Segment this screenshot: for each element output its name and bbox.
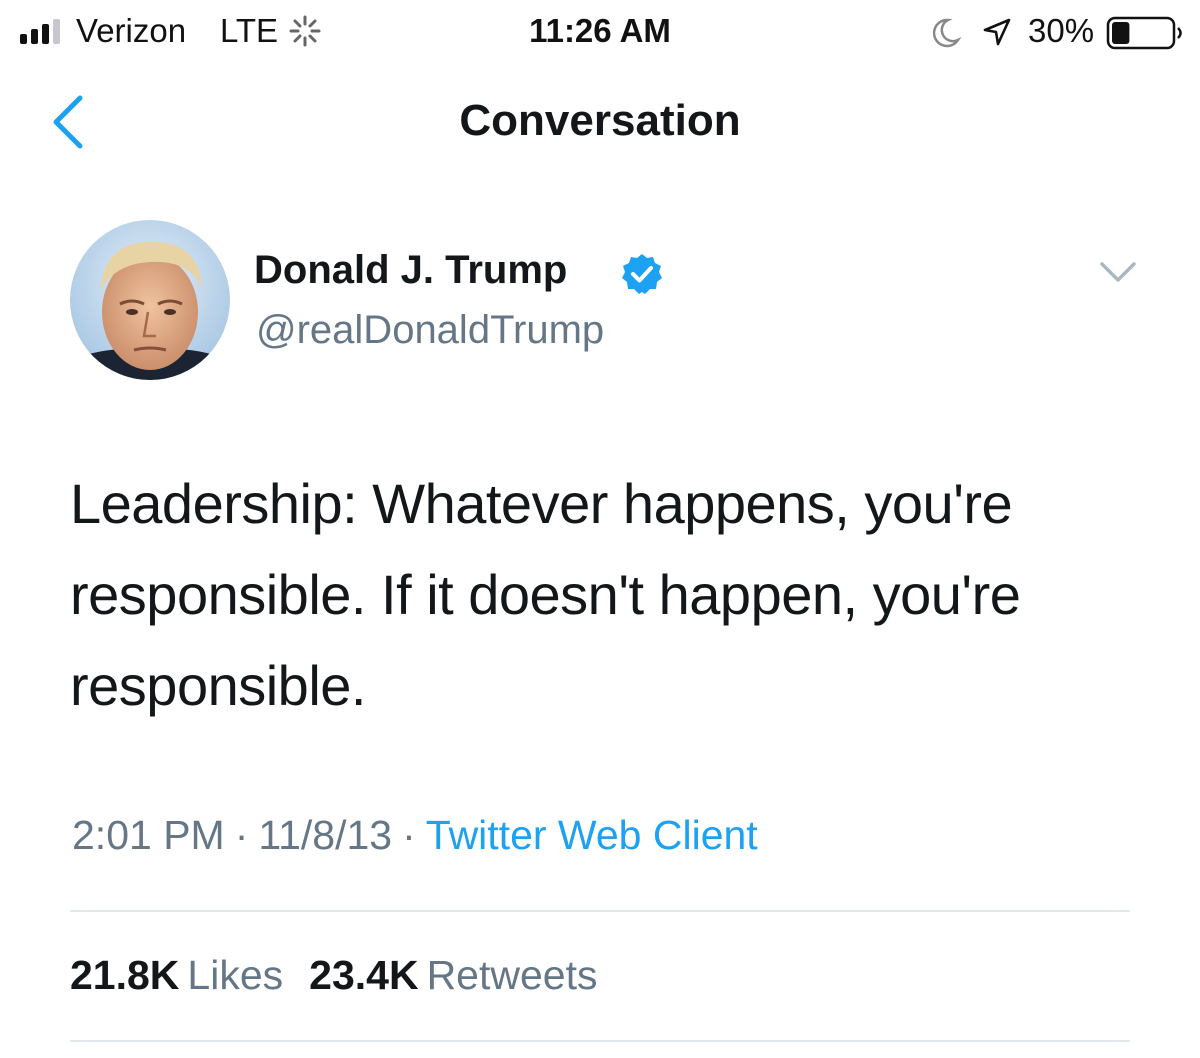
status-bar: Verizon LTE 11:26 AM 30%	[0, 0, 1200, 62]
tweet-date: 11/8/13	[258, 812, 393, 858]
avatar[interactable]	[70, 220, 230, 380]
tweet-stats: 21.8K Likes 23.4K Retweets	[70, 952, 623, 999]
retweets-label[interactable]: Retweets	[427, 952, 598, 998]
battery-icon	[1106, 16, 1182, 50]
battery-percent: 30%	[1028, 12, 1095, 49]
chevron-down-icon[interactable]	[1096, 256, 1140, 288]
page-title: Conversation	[459, 96, 741, 145]
client-link[interactable]: Twitter Web Client	[426, 812, 758, 858]
tweet-meta: 2:01 PM · 11/8/13 · Twitter Web Client	[72, 812, 758, 859]
divider	[70, 1040, 1130, 1042]
meta-separator: ·	[402, 812, 416, 858]
tweet-text: Leadership: Whatever happens, you're res…	[70, 472, 1021, 717]
user-handle[interactable]: @realDonaldTrump	[256, 308, 604, 353]
likes-label[interactable]: Likes	[187, 952, 283, 998]
display-name[interactable]: Donald J. Trump	[254, 248, 567, 293]
retweets-count[interactable]: 23.4K	[309, 952, 418, 998]
location-arrow-icon	[983, 18, 1011, 46]
likes-count[interactable]: 21.8K	[70, 952, 179, 998]
meta-separator: ·	[234, 812, 249, 858]
verified-badge-icon	[622, 254, 662, 294]
divider	[70, 910, 1130, 912]
moon-icon	[932, 18, 962, 48]
status-time: 11:26 AM	[529, 12, 671, 49]
tweet-time: 2:01 PM	[72, 812, 225, 858]
